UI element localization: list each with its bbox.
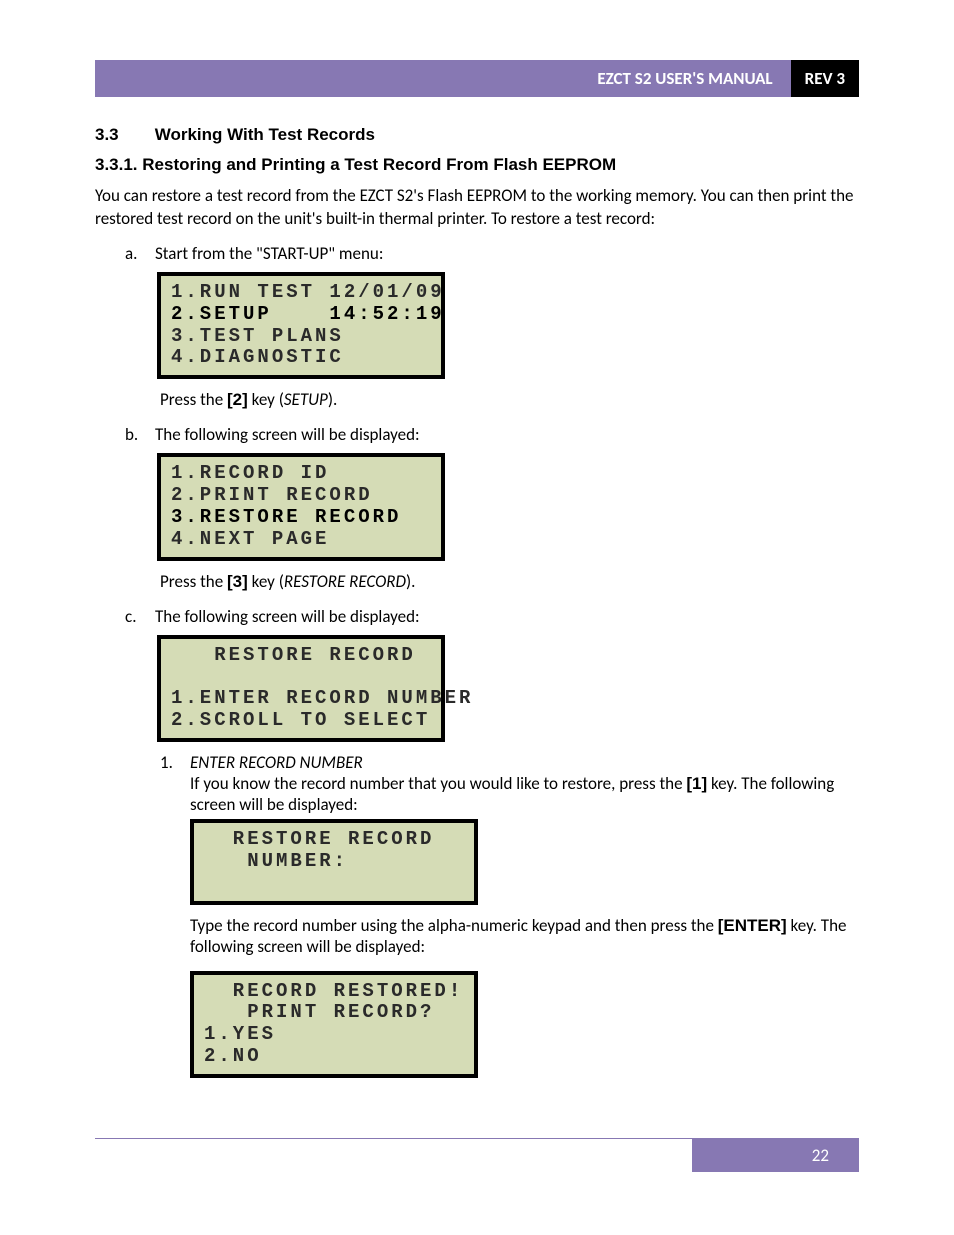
- substep-title: ENTER RECORD NUMBER: [190, 752, 363, 773]
- step-c: c. The following screen will be displaye…: [95, 606, 859, 627]
- key-1: [1]: [686, 774, 707, 793]
- header-title: EZCT S2 USER'S MANUAL: [95, 60, 791, 97]
- step-b-instruction: Press the [3] key (RESTORE RECORD).: [160, 571, 859, 592]
- section-heading: 3.3 Working With Test Records: [95, 125, 859, 145]
- header-rev: REV 3: [791, 60, 859, 97]
- lcd-screen-setup: 1.RECORD ID 2.PRINT RECORD 3.RESTORE REC…: [157, 453, 445, 560]
- step-a-instruction: Press the [2] key (SETUP).: [160, 389, 859, 410]
- step-b: b. The following screen will be displaye…: [95, 424, 859, 445]
- step-text: Start from the "START-UP" menu:: [155, 243, 859, 264]
- lcd-screen-startup: 1.RUN TEST 12/01/09 2.SETUP 14:52:19 3.T…: [157, 272, 445, 379]
- section-number: 3.3: [95, 125, 150, 145]
- substep-label: 1.: [160, 752, 190, 815]
- step-label: b.: [125, 424, 155, 445]
- step-text: The following screen will be displayed:: [155, 606, 859, 627]
- step-a: a. Start from the "START-UP" menu:: [95, 243, 859, 264]
- step-text: The following screen will be displayed:: [155, 424, 859, 445]
- key-2: [2]: [227, 390, 248, 409]
- subsection-heading: 3.3.1. Restoring and Printing a Test Rec…: [95, 155, 859, 175]
- key-enter: [ENTER]: [718, 916, 787, 935]
- page-number: 22: [692, 1139, 859, 1172]
- lcd-screen-enter-number: RESTORE RECORD NUMBER:: [190, 819, 478, 905]
- step-label: c.: [125, 606, 155, 627]
- key-3: [3]: [227, 572, 248, 591]
- substep-1: 1. ENTER RECORD NUMBER If you know the r…: [95, 752, 859, 815]
- step-label: a.: [125, 243, 155, 264]
- page-header: EZCT S2 USER'S MANUAL REV 3: [95, 60, 859, 97]
- lcd-screen-restore: RESTORE RECORD 1.ENTER RECORD NUMBER 2.S…: [157, 635, 445, 742]
- substep-1-instruction: Type the record number using the alpha-n…: [190, 915, 859, 957]
- page-footer: 22: [95, 1138, 859, 1172]
- subsection-title: Restoring and Printing a Test Record Fro…: [142, 155, 616, 174]
- section-title: Working With Test Records: [155, 125, 375, 144]
- lcd-screen-restored: RECORD RESTORED! PRINT RECORD? 1.YES 2.N…: [190, 971, 478, 1078]
- substep-content: ENTER RECORD NUMBER If you know the reco…: [190, 752, 859, 815]
- subsection-number: 3.3.1.: [95, 155, 138, 174]
- intro-paragraph: You can restore a test record from the E…: [95, 185, 859, 231]
